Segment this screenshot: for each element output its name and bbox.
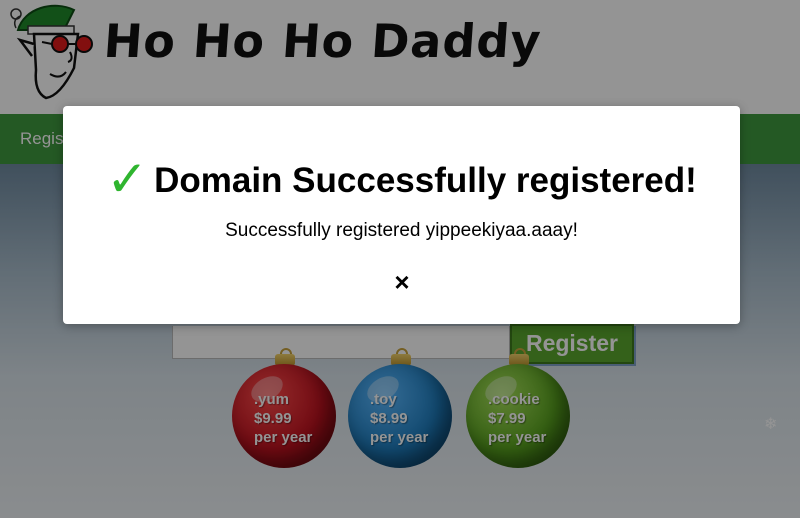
success-dialog: ✓ Domain Successfully registered! Success… [63, 106, 740, 324]
checkmark-icon: ✓ [106, 151, 149, 207]
close-icon[interactable]: × [390, 269, 414, 295]
dialog-title: ✓ Domain Successfully registered! [63, 150, 740, 208]
dialog-title-text: Domain Successfully registered! [154, 161, 697, 200]
dialog-message: Successfully registered yippeekiyaa.aaay… [225, 220, 578, 241]
